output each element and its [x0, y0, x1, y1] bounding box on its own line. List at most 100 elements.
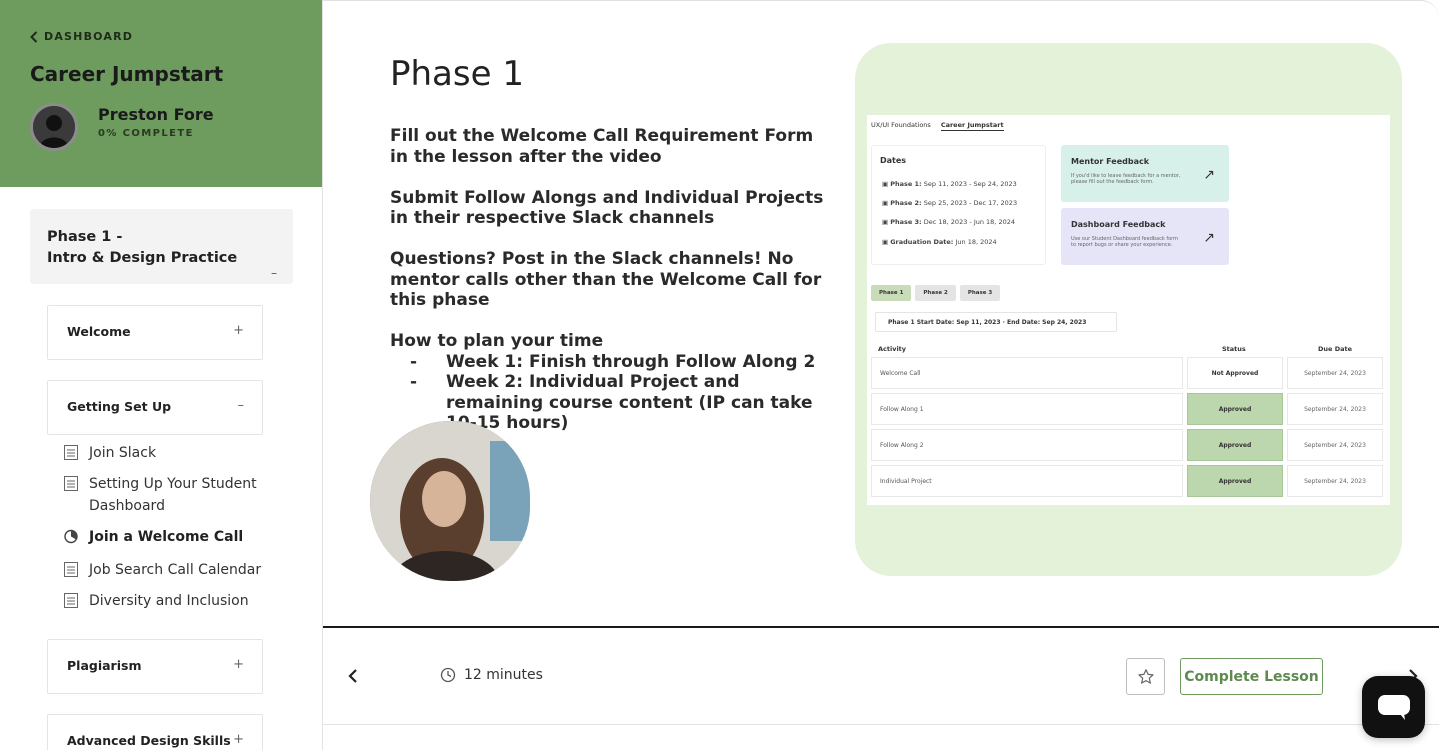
due-cell: September 24, 2023 [1287, 465, 1383, 497]
lesson-label: Setting Up Your Student Dashboard [89, 476, 257, 514]
mockup-tabs: UX/UI Foundations Career Jumpstart [871, 121, 1004, 131]
mockup-dates-heading: Dates [880, 156, 907, 165]
activity-cell: Individual Project [871, 465, 1183, 497]
dashboard-mockup: UX/UI Foundations Career Jumpstart Dates… [855, 43, 1402, 576]
slide-paragraph: Fill out the Welcome Call Requirement Fo… [390, 126, 814, 167]
activity-cell: Follow Along 2 [871, 429, 1183, 461]
lesson-diversity-inclusion[interactable]: Diversity and Inclusion [64, 590, 264, 612]
slide-paragraph: Submit Follow Alongs and Individual Proj… [390, 187, 824, 229]
expand-icon[interactable]: + [233, 732, 244, 747]
arrow-up-right-icon: ↗ [1203, 230, 1215, 246]
lesson-label: Join a Welcome Call [89, 529, 244, 545]
card-desc: Use our Student Dashboard feedback form … [1071, 236, 1179, 248]
star-icon [1137, 668, 1154, 684]
slide-body: Fill out the Welcome Call Requirement Fo… [390, 126, 830, 434]
in-progress-icon [64, 529, 78, 544]
section-getting-set-up[interactable]: Getting Set Up – [47, 380, 263, 435]
mockup-date-range: Phase 1 Start Date: Sep 11, 2023 · End D… [875, 312, 1117, 332]
chevron-left-icon [348, 669, 357, 683]
mockup-header-due: Due Date [1318, 345, 1352, 353]
back-link-label: DASHBOARD [44, 30, 134, 43]
phase-title-line1: Phase 1 - [47, 229, 123, 245]
back-to-dashboard-link[interactable]: DASHBOARD [30, 30, 133, 43]
student-progress: 0% COMPLETE [98, 128, 194, 139]
status-cell: Approved [1187, 465, 1283, 497]
section-plagiarism[interactable]: Plagiarism + [47, 639, 263, 694]
user-silhouette-icon [33, 106, 75, 148]
slide-heading: Phase 1 [390, 54, 524, 94]
lesson-video-player[interactable]: Phase 1 Fill out the Welcome Call Requir… [323, 0, 1439, 628]
lesson-label: Join Slack [89, 445, 157, 461]
mockup-dashboard-feedback-card: Dashboard Feedback Use our Student Dashb… [1061, 208, 1229, 265]
phase-title-line2: Intro & Design Practice [47, 250, 238, 266]
plan-item-text: Week 2: Individual Project and remaining… [446, 372, 813, 433]
plan-item: - Week 1: Finish through Follow Along 2 [390, 352, 830, 373]
date-label: Graduation Date: [890, 238, 954, 246]
lesson-student-dashboard[interactable]: Setting Up Your Student Dashboard [64, 473, 264, 517]
phase-accordion[interactable]: Phase 1 - Intro & Design Practice – [30, 209, 293, 284]
section-label: Plagiarism [67, 658, 142, 673]
plan-heading: How to plan your time [390, 331, 604, 351]
mockup-screen: UX/UI Foundations Career Jumpstart Dates… [867, 115, 1390, 505]
phase-title: Phase 1 - Intro & Design Practice [47, 227, 267, 269]
section-welcome[interactable]: Welcome + [47, 305, 263, 360]
favorite-button[interactable] [1126, 658, 1165, 695]
collapse-icon[interactable]: – [238, 398, 245, 413]
avatar [30, 103, 78, 151]
lesson-duration: 12 minutes [440, 667, 543, 683]
date-label: Phase 3: [890, 218, 922, 226]
mockup-tab: UX/UI Foundations [871, 121, 931, 129]
document-icon [64, 476, 78, 491]
instructor-webcam [370, 421, 530, 581]
mockup-tab-active: Career Jumpstart [940, 121, 1004, 131]
lesson-controls-bar: 12 minutes Complete Lesson [323, 630, 1439, 725]
lesson-job-search-calendar[interactable]: Job Search Call Calendar [64, 559, 264, 581]
arrow-up-right-icon: ↗ [1203, 167, 1215, 183]
mockup-mentor-feedback-card: Mentor Feedback If you'd like to leave f… [1061, 145, 1229, 202]
card-desc: If you'd like to leave feedback for a me… [1071, 173, 1181, 185]
activity-cell: Follow Along 1 [871, 393, 1183, 425]
mockup-date-row: ▣ Graduation Date: Jun 18, 2024 [882, 238, 997, 246]
duration-label: 12 minutes [464, 667, 543, 683]
lesson-label: Diversity and Inclusion [89, 593, 249, 609]
section-label: Getting Set Up [67, 399, 172, 414]
status-cell: Approved [1187, 429, 1283, 461]
date-label: Phase 2: [890, 199, 922, 207]
document-icon [64, 445, 78, 460]
plan-bullet: - [410, 351, 418, 372]
lesson-join-welcome-call[interactable]: Join a Welcome Call [64, 526, 264, 548]
previous-lesson-button[interactable] [345, 666, 361, 686]
table-row: Follow Along 1 Approved September 24, 20… [871, 393, 1383, 425]
mockup-phase-tabs: Phase 1 Phase 2 Phase 3 [871, 285, 1001, 301]
chat-bubble-icon [1377, 695, 1410, 720]
student-name: Preston Fore [98, 105, 214, 124]
mockup-dates-card: Dates ▣ Phase 1: Sep 11, 2023 - Sep 24, … [871, 145, 1046, 265]
date-label: Phase 1: [890, 180, 922, 188]
course-sidebar: DASHBOARD Career Jumpstart Preston Fore … [0, 0, 323, 750]
clock-icon [440, 667, 456, 683]
mockup-header-status: Status [1222, 345, 1246, 353]
plan-item-text: Week 1: Finish through Follow Along 2 [446, 351, 816, 372]
lesson-join-slack[interactable]: Join Slack [64, 442, 264, 464]
table-row: Welcome Call Not Approved September 24, … [871, 357, 1383, 389]
due-cell: September 24, 2023 [1287, 357, 1383, 389]
date-value: Dec 18, 2023 - Jun 18, 2024 [923, 218, 1015, 226]
section-advanced-design-skills[interactable]: Advanced Design Skills + [47, 714, 263, 750]
table-row: Follow Along 2 Approved September 24, 20… [871, 429, 1383, 461]
section-label: Welcome [67, 324, 131, 339]
complete-lesson-button[interactable]: Complete Lesson [1180, 658, 1323, 695]
section-label: Advanced Design Skills [67, 733, 231, 748]
document-icon [64, 593, 78, 608]
collapse-icon[interactable]: – [271, 266, 277, 280]
status-cell: Not Approved [1187, 357, 1283, 389]
chat-support-button[interactable] [1362, 676, 1425, 738]
date-value: Sep 25, 2023 - Dec 17, 2023 [923, 199, 1018, 207]
expand-icon[interactable]: + [233, 323, 244, 338]
mockup-header-activity: Activity [878, 345, 907, 353]
expand-icon[interactable]: + [233, 657, 244, 672]
activity-cell: Welcome Call [871, 357, 1183, 389]
status-cell: Approved [1187, 393, 1283, 425]
slide-paragraph: Questions? Post in the Slack channels! N… [390, 249, 822, 310]
mockup-date-row: ▣ Phase 3: Dec 18, 2023 - Jun 18, 2024 [882, 218, 1015, 226]
card-title: Dashboard Feedback [1071, 220, 1166, 229]
